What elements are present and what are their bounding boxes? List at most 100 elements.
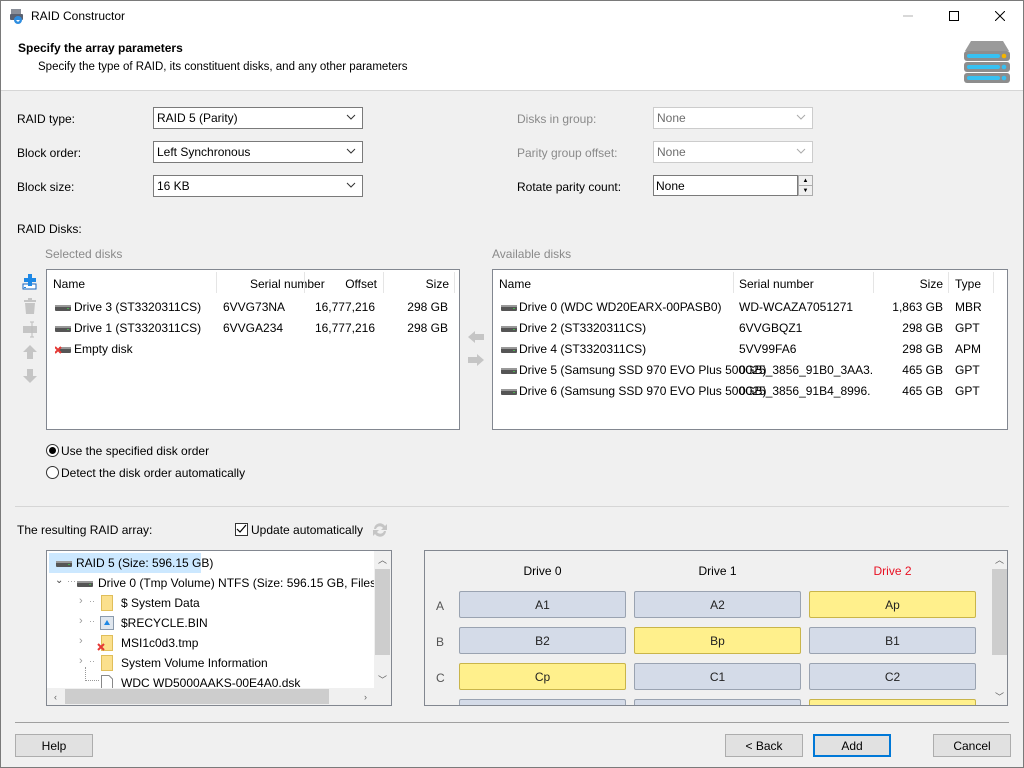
drive-column-header: Drive 0 [523, 564, 562, 578]
column-header-name[interactable]: Name [53, 270, 85, 295]
selected-disks-list[interactable]: Name Serial number Offset Size Drive 3 (… [46, 269, 460, 430]
tree-node[interactable]: › MSI1c0d3.tmp [77, 633, 198, 653]
radio-specified-order[interactable] [46, 444, 59, 457]
scroll-thumb[interactable] [992, 569, 1007, 655]
disk-offset: 16,777,216 [314, 300, 375, 314]
column-separator[interactable] [948, 272, 949, 293]
chevron-down-icon [346, 114, 356, 120]
block-size-value: 16 KB [157, 179, 190, 193]
scroll-thumb[interactable] [375, 569, 390, 655]
disk-name: Drive 4 (ST3320311CS) [519, 342, 647, 356]
disk-type: GPT [955, 321, 980, 335]
disk-type: GPT [955, 363, 980, 377]
scroll-up-icon[interactable]: ︿ [374, 551, 391, 568]
result-tree-view[interactable]: RAID 5 (Size: 596.15 GB) ⌄ ··· Drive 0 (… [46, 550, 392, 706]
back-button[interactable]: < Back [725, 734, 803, 757]
minimize-button[interactable] [885, 1, 931, 31]
tree-node[interactable]: › ·· $RECYCLE.BIN [77, 613, 208, 633]
block-order-select[interactable]: Left Synchronous [153, 141, 363, 163]
arrow-left-icon[interactable] [467, 329, 485, 345]
close-button[interactable] [977, 1, 1023, 31]
spin-down-icon[interactable]: ▼ [799, 186, 812, 196]
refresh-icon[interactable] [371, 521, 389, 539]
chevron-right-icon[interactable]: › [79, 595, 83, 607]
column-header-size[interactable]: Size [387, 270, 449, 295]
disk-serial: 5VV99FA6 [739, 342, 797, 356]
disks-in-group-label: Disks in group: [517, 112, 597, 126]
column-separator[interactable] [304, 272, 305, 293]
column-header-size[interactable]: Size [877, 270, 943, 295]
tree-node-raid[interactable]: RAID 5 (Size: 596.15 GB) [49, 553, 213, 573]
stripe-row-label: A [436, 599, 445, 613]
hard-disk-icon [501, 347, 517, 353]
chevron-right-icon[interactable]: › [79, 615, 83, 627]
scroll-right-icon[interactable]: › [357, 688, 374, 705]
scroll-down-icon[interactable]: ﹀ [991, 688, 1007, 705]
page-subtitle: Specify the type of RAID, its constituen… [38, 61, 408, 73]
radio-auto-order[interactable] [46, 466, 59, 479]
column-separator[interactable] [383, 272, 384, 293]
maximize-button[interactable] [931, 1, 977, 31]
update-automatically-label[interactable]: Update automatically [251, 523, 363, 537]
chevron-right-icon[interactable]: › [79, 655, 83, 667]
column-separator[interactable] [454, 272, 455, 293]
scroll-left-icon[interactable]: ‹ [47, 688, 64, 705]
resulting-array-label: The resulting RAID array: [17, 523, 153, 537]
block-size-select[interactable]: 16 KB [153, 175, 363, 197]
add-button[interactable]: Add [813, 734, 891, 757]
tree-horizontal-scrollbar[interactable]: ‹ › [47, 688, 374, 705]
disks-in-group-select[interactable]: None [653, 107, 813, 129]
disk-offset: 16,777,216 [314, 321, 375, 335]
column-header-name[interactable]: Name [499, 270, 531, 295]
tree-connector: ··· [67, 576, 76, 586]
scroll-thumb[interactable] [65, 689, 329, 704]
column-header-offset[interactable]: Offset [307, 270, 377, 295]
tree-vertical-scrollbar[interactable]: ︿ ﹀ [374, 551, 391, 688]
parity-block: Ap [809, 591, 976, 618]
column-separator[interactable] [873, 272, 874, 293]
move-up-icon[interactable] [21, 343, 39, 361]
column-separator[interactable] [216, 272, 217, 293]
disk-size: 465 GB [902, 384, 943, 398]
radio-auto-order-label[interactable]: Detect the disk order automatically [61, 466, 245, 480]
raid-constructor-icon [10, 9, 23, 24]
arrow-right-icon[interactable] [467, 352, 485, 368]
rotate-parity-input[interactable]: None [653, 175, 798, 196]
trash-icon[interactable] [21, 297, 39, 315]
column-header-type[interactable]: Type [955, 270, 981, 295]
spin-up-icon[interactable]: ▲ [799, 176, 812, 186]
help-button[interactable]: Help [15, 734, 93, 757]
disk-name: Drive 0 (WDC WD20EARX-00PASB0) [519, 300, 722, 314]
tree-node-label: $ System Data [121, 596, 200, 610]
move-down-icon[interactable] [21, 367, 39, 385]
scroll-up-icon[interactable]: ︿ [991, 551, 1007, 568]
raid-type-select[interactable]: RAID 5 (Parity) [153, 107, 363, 129]
disk-properties-icon[interactable] [21, 320, 39, 338]
chevron-down-icon [346, 182, 356, 188]
drive-column-header: Drive 2 [873, 564, 912, 578]
chevron-right-icon[interactable]: › [79, 635, 83, 647]
cancel-button[interactable]: Cancel [933, 734, 1011, 757]
add-disk-icon[interactable] [21, 273, 39, 291]
column-separator[interactable] [733, 272, 734, 293]
tree-node[interactable]: › ·· System Volume Information [77, 653, 268, 673]
grid-vertical-scrollbar[interactable]: ︿ ﹀ [991, 551, 1007, 705]
column-header-serial[interactable]: Serial number [739, 270, 814, 295]
parity-block [809, 699, 976, 705]
minimize-icon [903, 15, 913, 17]
hard-disk-icon [56, 561, 72, 567]
data-block: C2 [809, 663, 976, 690]
parity-group-offset-select[interactable]: None [653, 141, 813, 163]
radio-specified-order-label[interactable]: Use the specified disk order [61, 444, 209, 458]
disk-name: Drive 6 (Samsung SSD 970 EVO Plus 500GB) [519, 384, 767, 398]
tree-node-volume[interactable]: ⌄ ··· Drive 0 (Tmp Volume) NTFS (Size: 5… [53, 573, 391, 593]
chevron-down-icon[interactable]: ⌄ [55, 575, 63, 586]
scroll-down-icon[interactable]: ﹀ [374, 671, 391, 688]
disk-name: Empty disk [74, 342, 133, 356]
available-disks-list[interactable]: Name Serial number Size Type Drive 0 (WD… [492, 269, 1008, 430]
column-separator[interactable] [993, 272, 994, 293]
rotate-parity-spinner[interactable]: ▲ ▼ [798, 175, 813, 196]
tree-node[interactable]: › ·· $ System Data [77, 593, 200, 613]
update-automatically-checkbox[interactable] [235, 523, 248, 536]
checkmark-icon [236, 524, 247, 533]
